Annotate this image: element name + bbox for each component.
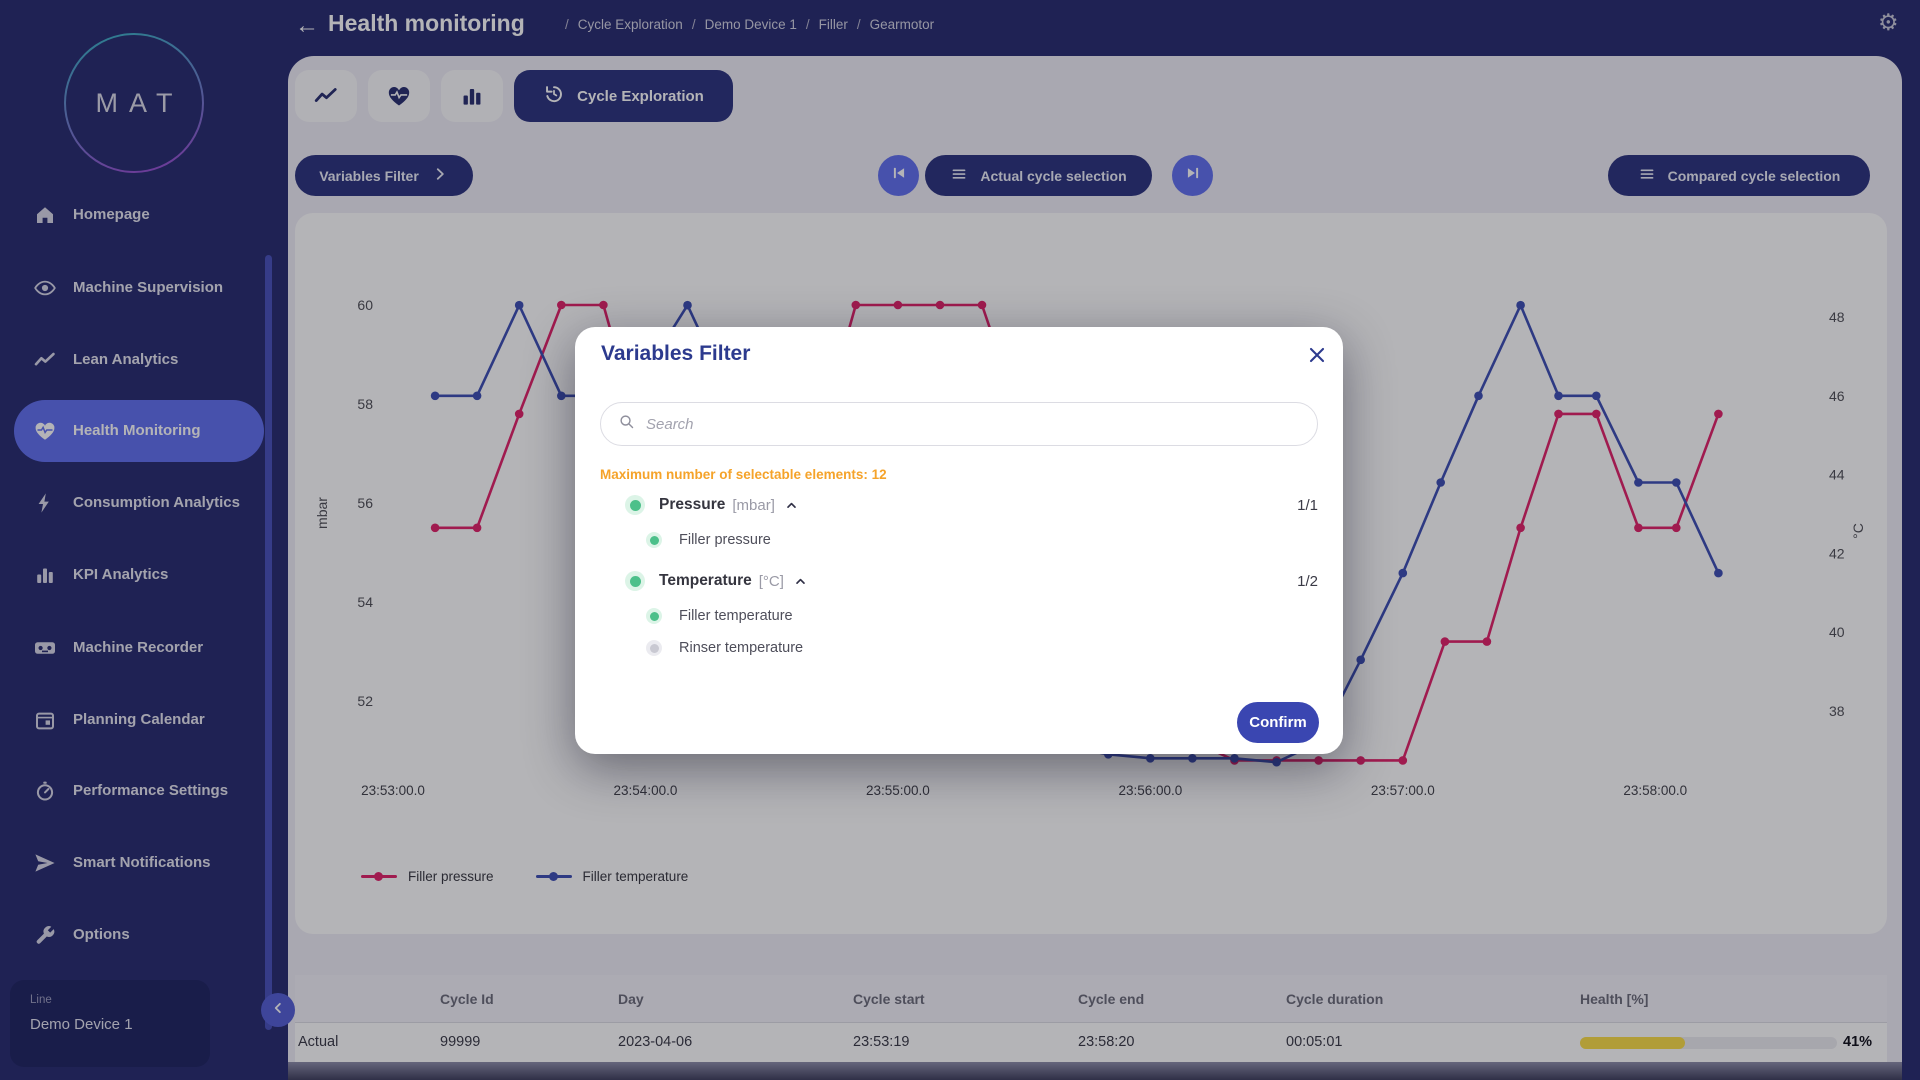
filter-option-rinser-temperature[interactable]: Rinser temperature xyxy=(646,632,1320,664)
group-unit: [°C] xyxy=(759,573,784,590)
chevron-up-icon xyxy=(793,574,808,589)
confirm-button[interactable]: Confirm xyxy=(1237,702,1319,743)
chevron-up-icon xyxy=(784,498,799,513)
filter-option-filler-pressure[interactable]: Filler pressure xyxy=(646,524,1320,556)
group-name: Temperature xyxy=(659,572,752,590)
search-icon xyxy=(617,412,636,431)
search-input-wrapper xyxy=(600,402,1318,446)
selected-dot-icon xyxy=(625,495,645,515)
selected-dot-icon xyxy=(625,571,645,591)
group-unit: [mbar] xyxy=(732,497,775,514)
selected-dot-icon xyxy=(646,608,662,624)
group-name: Pressure xyxy=(659,496,725,514)
variables-filter-modal: Variables Filter Maximum number of selec… xyxy=(575,327,1343,754)
modal-title: Variables Filter xyxy=(601,342,750,366)
group-count: 1/1 xyxy=(1297,497,1320,514)
option-name: Filler pressure xyxy=(679,532,771,548)
selected-dot-icon xyxy=(646,532,662,548)
close-icon xyxy=(1305,343,1329,367)
search-icon xyxy=(617,412,636,436)
max-elements-warning: Maximum number of selectable elements: 1… xyxy=(600,467,887,482)
group-count: 1/2 xyxy=(1297,573,1320,590)
option-name: Rinser temperature xyxy=(679,640,803,656)
option-name: Filler temperature xyxy=(679,608,793,624)
filter-option-filler-temperature[interactable]: Filler temperature xyxy=(646,600,1320,632)
filter-group-temperature[interactable]: Temperature [°C] 1/2 xyxy=(625,565,1320,597)
search-input[interactable] xyxy=(646,416,1301,433)
chevron-up-icon[interactable] xyxy=(793,574,808,589)
unselected-dot-icon xyxy=(646,640,662,656)
chevron-up-icon[interactable] xyxy=(784,498,799,513)
filter-group-pressure[interactable]: Pressure [mbar] 1/1 xyxy=(625,489,1320,521)
close-icon[interactable] xyxy=(1305,343,1331,369)
